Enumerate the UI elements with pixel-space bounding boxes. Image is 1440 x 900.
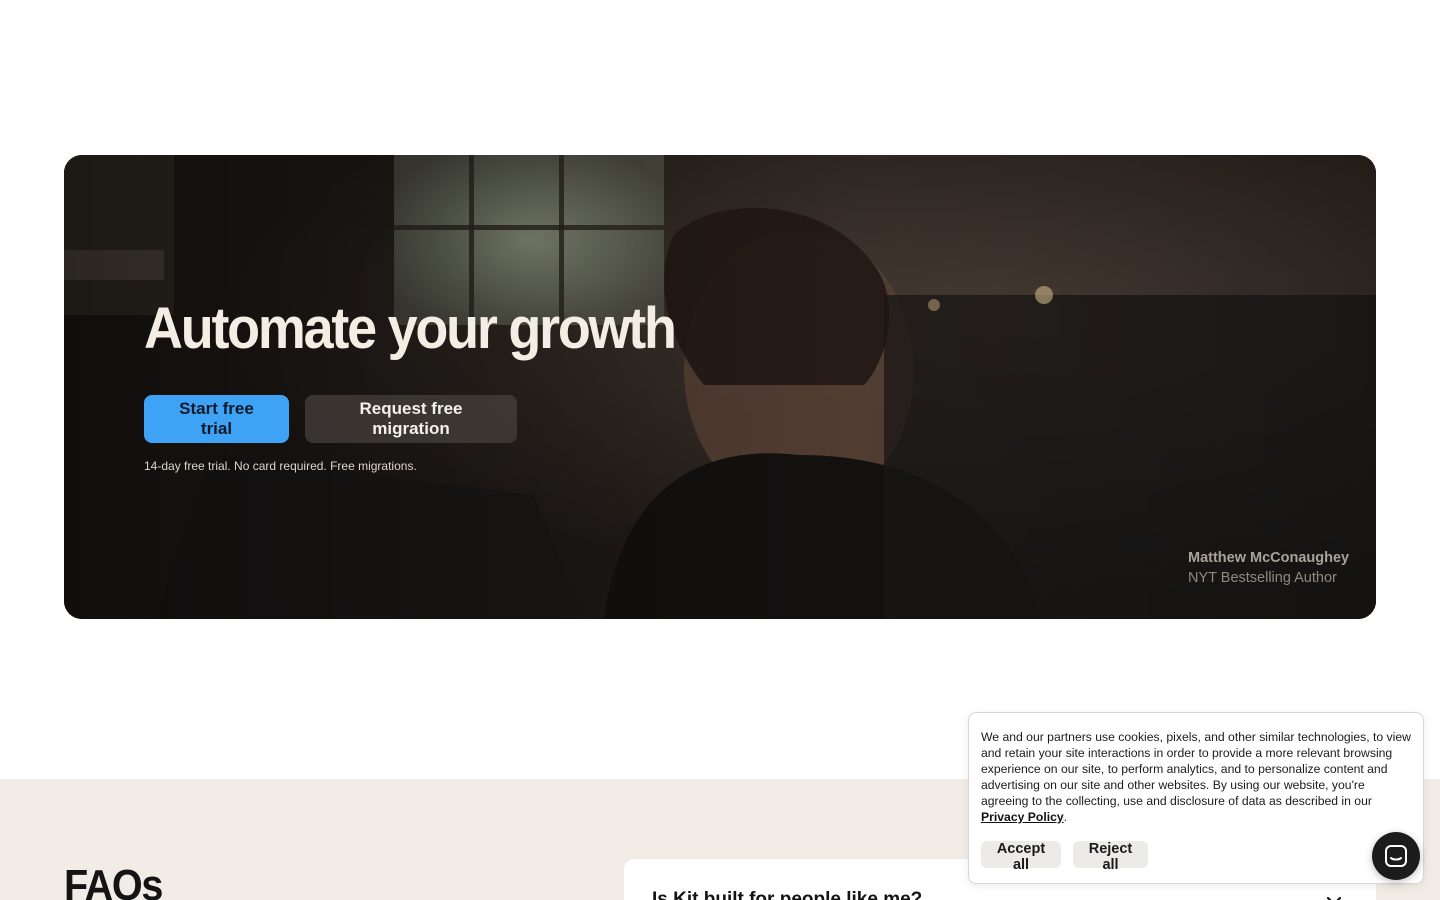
- hero-background-image: [64, 155, 1376, 619]
- testimonial-role: NYT Bestselling Author: [1188, 570, 1337, 586]
- hero-title: Automate your growth: [144, 296, 677, 361]
- accept-all-button[interactable]: Accept all: [981, 841, 1061, 873]
- cookie-message: We and our partners use cookies, pixels,…: [981, 730, 1411, 808]
- testimonial-credit: Matthew McConaughey NYT Bestselling Auth…: [1188, 548, 1349, 588]
- privacy-policy-link[interactable]: Privacy Policy: [981, 810, 1064, 824]
- start-free-trial-button[interactable]: Start free trial: [144, 395, 289, 443]
- page: Automate your growth Start free trial Re…: [0, 0, 1440, 900]
- trial-note: 14-day free trial. No card required. Fre…: [144, 459, 417, 473]
- faq-question: Is Kit built for people like me?: [652, 889, 923, 900]
- chat-launcher-button[interactable]: [1372, 832, 1420, 880]
- faq-title: FAQs: [64, 861, 163, 900]
- cookie-text-suffix: .: [1063, 810, 1068, 824]
- reject-all-button[interactable]: Reject all: [1073, 841, 1148, 873]
- cookie-banner: We and our partners use cookies, pixels,…: [968, 712, 1424, 884]
- cookie-text: We and our partners use cookies, pixels,…: [981, 729, 1411, 825]
- testimonial-name: Matthew McConaughey: [1188, 550, 1350, 566]
- chevron-down-icon: [1326, 896, 1342, 900]
- chat-icon: [1385, 845, 1407, 867]
- hero-banner: Automate your growth Start free trial Re…: [64, 155, 1376, 619]
- request-free-migration-button[interactable]: Request free migration: [305, 395, 517, 443]
